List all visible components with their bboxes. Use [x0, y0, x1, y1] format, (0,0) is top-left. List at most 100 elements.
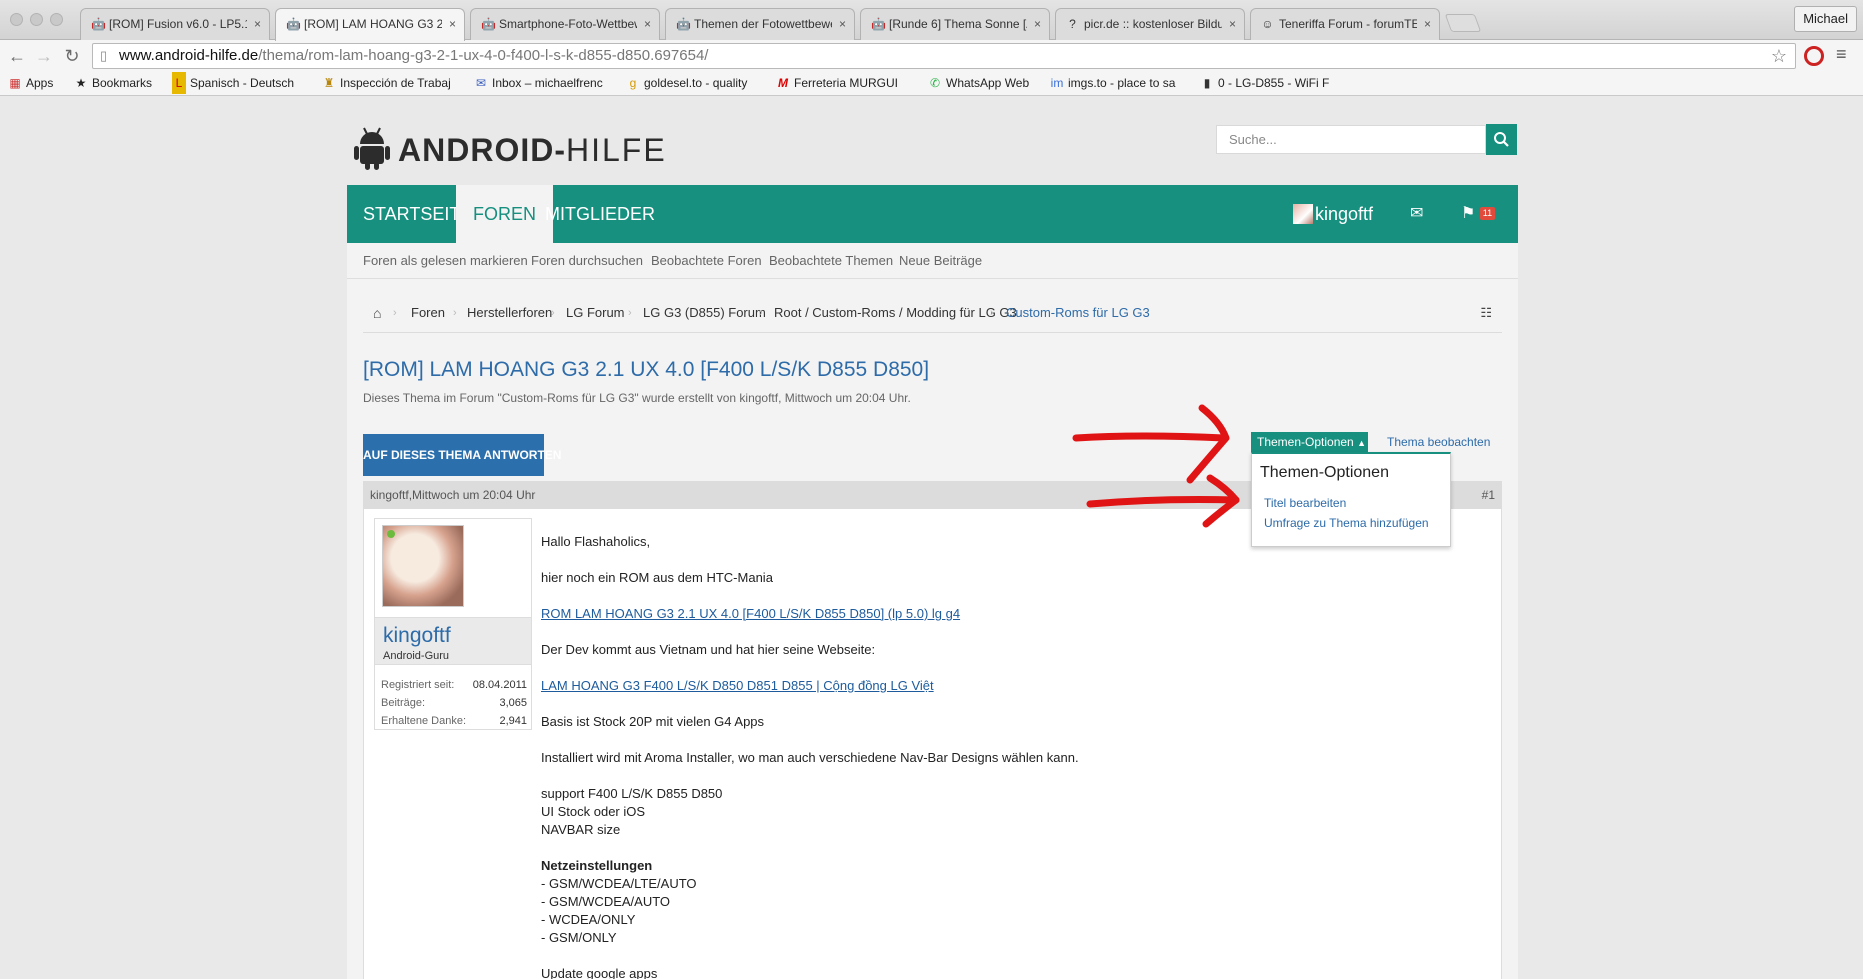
tab-close-icon[interactable]: × [449, 9, 456, 39]
avatar[interactable] [382, 525, 464, 607]
stat-label: Erhaltene Danke: [381, 715, 466, 727]
bookmark-label: imgs.to - place to sa [1068, 76, 1176, 90]
extension-icon[interactable] [1804, 46, 1824, 66]
main-navigation: STARTSEITE FOREN MITGLIEDER kingoftf ✉ ⚑… [347, 185, 1518, 243]
bookmark-item[interactable]: ▮ 0 - LG-D855 - WiFi F [1200, 72, 1330, 94]
post-author-name[interactable]: kingoftf [383, 624, 451, 648]
address-bar[interactable]: ▯ www.android-hilfe.de/thema/rom-lam-hoa… [92, 43, 1796, 69]
bookmark-item[interactable]: M Ferreteria MURGUI [776, 72, 898, 94]
tab-close-icon[interactable]: × [839, 9, 846, 39]
hamburger-menu-icon[interactable]: ≡ [1836, 44, 1847, 65]
tab-close-icon[interactable]: × [1229, 9, 1236, 39]
tab-close-icon[interactable]: × [254, 9, 261, 39]
search-icon [1494, 132, 1509, 147]
logo-text-bold: ANDROID- [398, 132, 566, 168]
bookmark-label: Ferreteria MURGUI [794, 76, 899, 90]
breadcrumb-separator-icon: › [628, 307, 632, 319]
user-stat-row: Erhaltene Danke: 2,941 [381, 713, 527, 729]
message-line: Installiert wird mit Aroma Installer, wo… [541, 750, 1079, 765]
user-stat-row: Registriert seit: 08.04.2011 [381, 677, 527, 693]
add-poll-menu-item[interactable]: Umfrage zu Thema hinzufügen [1264, 516, 1429, 530]
bookmark-item[interactable]: g goldesel.to - quality [626, 72, 748, 94]
post-permalink[interactable]: #1 [1482, 481, 1495, 509]
tab-close-icon[interactable]: × [644, 9, 651, 39]
browser-tab[interactable]: ☺ Teneriffa Forum - forumTEN × [1250, 8, 1440, 40]
profile-button[interactable]: Michael [1794, 6, 1857, 32]
tab-title: picr.de :: kostenloser Bildu [1084, 17, 1222, 31]
search-input[interactable]: Suche... [1216, 125, 1486, 154]
red-arrow-annotation-icon [1072, 404, 1240, 528]
sitemap-icon[interactable]: ☷ [1480, 297, 1492, 329]
sub-navigation: Foren als gelesen markieren Foren durchs… [347, 243, 1518, 279]
watch-thread-link[interactable]: Thema beobachten [1387, 432, 1490, 452]
tab-title: Themen der Fotowettbewe [694, 17, 832, 31]
bookmark-label: 0 - LG-D855 - WiFi F [1218, 76, 1330, 90]
dev-website-link[interactable]: LAM HOANG G3 F400 L/S/K D850 D851 D855 |… [541, 677, 934, 695]
reply-to-thread-button[interactable]: AUF DIESES THEMA ANTWORTEN [363, 434, 561, 476]
tab-close-icon[interactable]: × [1034, 9, 1041, 39]
breadcrumb-separator-icon: › [551, 307, 555, 319]
subnav-watched-threads[interactable]: Beobachtete Themen [769, 243, 893, 279]
tab-title: Teneriffa Forum - forumTEN [1279, 17, 1417, 31]
stat-value: 2,941 [499, 715, 527, 727]
breadcrumb-separator-icon: › [759, 307, 763, 319]
search-button[interactable] [1486, 124, 1517, 155]
nav-user-menu[interactable]: kingoftf [1293, 185, 1373, 243]
message-line: - GSM/WCDEA/LTE/AUTO [541, 876, 697, 891]
tab-close-icon[interactable]: × [1424, 9, 1431, 39]
mail-icon: ✉ [475, 76, 487, 90]
subnav-watched-forums[interactable]: Beobachtete Foren [651, 243, 762, 279]
browser-tab-active[interactable]: 🤖 [ROM] LAM HOANG G3 2.1 × [275, 8, 465, 41]
bookmark-label: goldesel.to - quality [644, 76, 748, 90]
breadcrumb-item[interactable]: Root / Custom-Roms / Modding für LG G3 [774, 297, 1017, 329]
new-tab-button[interactable] [1444, 14, 1482, 32]
nav-username: kingoftf [1315, 204, 1374, 224]
bookmark-item[interactable]: ▦ Apps [8, 72, 53, 94]
message-line: UI Stock oder iOS [541, 804, 646, 819]
nav-tab-mitglieder[interactable]: MITGLIEDER [529, 185, 671, 243]
browser-toolbar: ← → ↻ ▯ www.android-hilfe.de/thema/rom-l… [0, 40, 1863, 72]
window-zoom-button[interactable] [50, 13, 63, 26]
reload-icon[interactable]: ↻ [60, 44, 84, 68]
bookmark-item[interactable]: im imgs.to - place to sa [1050, 72, 1176, 94]
bookmark-item[interactable]: ✆ WhatsApp Web [928, 72, 1029, 94]
subnav-search-forums[interactable]: Foren durchsuchen [531, 243, 643, 279]
bookmark-item[interactable]: L Spanisch - Deutsch [172, 72, 294, 94]
smiley-favicon-icon: ☺ [1261, 17, 1274, 31]
bookmark-item[interactable]: ✉ Inbox – michaelfrenc [474, 72, 603, 94]
message-heading: Netzeinstellungen [541, 858, 653, 873]
inbox-envelope-icon[interactable]: ✉ [1410, 185, 1423, 243]
rom-link[interactable]: ROM LAM HOANG G3 2.1 UX 4.0 [F400 L/S/K … [541, 605, 960, 623]
thread-options-button[interactable]: Themen-Optionen ▲ [1251, 432, 1368, 452]
url-path: /thema/rom-lam-hoang-g3-2-1-ux-4-0-f400-… [258, 47, 709, 64]
main-content: ⌂ › Foren › Herstellerforen › LG Forum ›… [347, 279, 1518, 979]
message-line: support F400 L/S/K D855 D850 [541, 786, 723, 801]
window-close-button[interactable] [10, 13, 23, 26]
window-minimize-button[interactable] [30, 13, 43, 26]
breadcrumb-item[interactable]: LG Forum [566, 297, 625, 329]
forward-arrow-icon[interactable]: → [32, 44, 56, 68]
caret-up-icon: ▲ [1357, 438, 1366, 448]
bookmark-item[interactable]: ★ Bookmarks [74, 72, 152, 94]
back-arrow-icon[interactable]: ← [5, 44, 29, 68]
android-favicon-icon: 🤖 [676, 17, 691, 31]
bookmark-star-icon[interactable]: ☆ [1771, 44, 1787, 68]
browser-tab[interactable]: 🤖 [ROM] Fusion v6.0 - LP5.1 × [80, 8, 270, 40]
home-icon[interactable]: ⌂ [373, 297, 381, 329]
user-stat-row: Beiträge: 3,065 [381, 695, 527, 711]
subnav-new-posts[interactable]: Neue Beiträge [899, 243, 982, 279]
breadcrumb-item[interactable]: Foren [411, 297, 445, 329]
browser-tab[interactable]: 🤖 Themen der Fotowettbewe × [665, 8, 855, 40]
subnav-mark-read[interactable]: Foren als gelesen markieren [363, 243, 528, 279]
dropdown-heading: Themen-Optionen [1260, 464, 1389, 481]
browser-tab[interactable]: 🤖 Smartphone-Foto-Wettbew × [470, 8, 660, 40]
thread-options-dropdown: Themen-Optionen Titel bearbeiten Umfrage… [1251, 452, 1451, 547]
alerts-button[interactable]: ⚑ 11 [1461, 185, 1496, 243]
breadcrumb-item-current[interactable]: Custom-Roms für LG G3 [1006, 297, 1150, 329]
bookmark-item[interactable]: ♜ Inspección de Trabaj [322, 72, 451, 94]
breadcrumb-item[interactable]: LG G3 (D855) Forum [643, 297, 766, 329]
browser-tab[interactable]: 🤖 [Runde 6] Thema Sonne [A × [860, 8, 1050, 40]
browser-tab[interactable]: ? picr.de :: kostenloser Bildu × [1055, 8, 1245, 40]
breadcrumb-item[interactable]: Herstellerforen [467, 297, 552, 329]
edit-title-menu-item[interactable]: Titel bearbeiten [1264, 496, 1346, 510]
